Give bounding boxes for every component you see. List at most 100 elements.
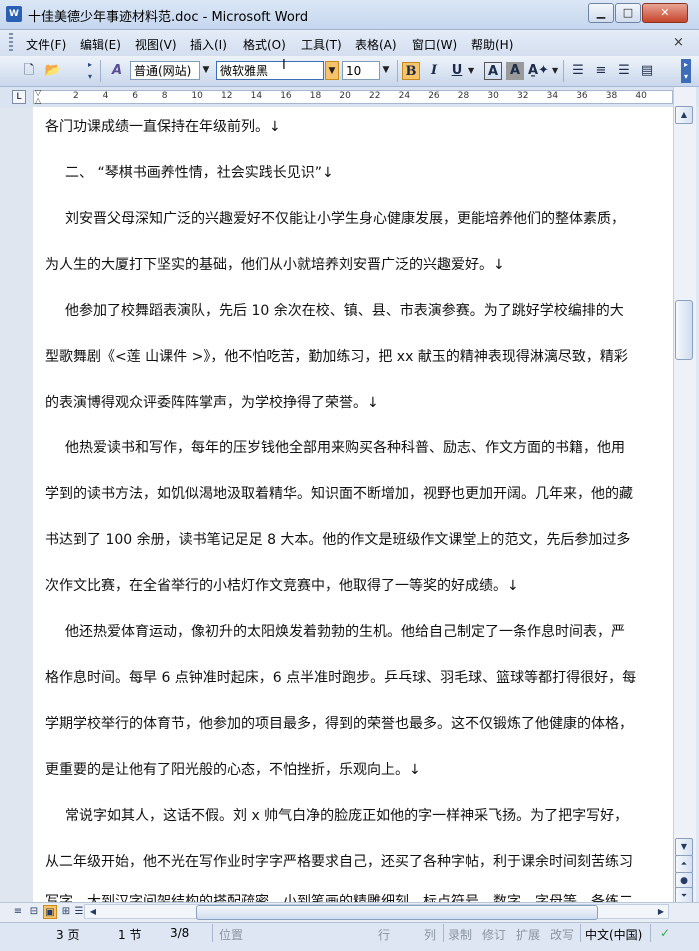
character-border-button[interactable]: A xyxy=(484,62,502,80)
ruler-number: 26 xyxy=(428,91,440,101)
close-document-button[interactable]: × xyxy=(673,35,684,50)
ruler-number: 20 xyxy=(339,91,351,101)
document-text-line[interactable]: 常说字如其人，这话不假。刘 x 帅气白净的脸庞正如他的字一样神采飞扬。为了把字写… xyxy=(65,805,628,825)
document-text-line[interactable]: 次作文比赛，在全省举行的小桔灯作文竞赛中，他取得了一等奖的好成绩。↓ xyxy=(45,575,519,595)
align-center-icon[interactable]: ≡ xyxy=(592,62,610,80)
menu-file[interactable]: 文件(F) xyxy=(26,36,66,53)
text-cursor-icon: I xyxy=(282,58,286,73)
open-folder-icon[interactable]: 📂 xyxy=(44,62,62,80)
toolbar-separator xyxy=(100,60,101,82)
web-layout-view-icon[interactable]: ⊟ xyxy=(27,905,41,919)
scroll-down-button[interactable]: ▼ xyxy=(675,838,693,856)
toolbar-separator xyxy=(397,60,398,82)
style-select[interactable]: 普通(网站) xyxy=(130,61,200,80)
left-margin-gutter xyxy=(0,107,33,902)
document-text-line[interactable]: 他还热爱体育运动，像初升的太阳焕发着勃勃的生机。他给自己制定了一条作息时间表，严 xyxy=(65,621,625,641)
ruler-number: 30 xyxy=(487,91,499,101)
ruler-number: 10 xyxy=(191,91,203,101)
status-page[interactable]: 3 页 xyxy=(56,926,79,943)
reading-layout-view-icon[interactable]: ⊞ xyxy=(59,905,73,919)
italic-button[interactable]: I xyxy=(425,62,443,80)
status-separator xyxy=(580,924,581,942)
menu-window[interactable]: 窗口(W) xyxy=(412,36,457,53)
vertical-scroll-thumb[interactable] xyxy=(675,300,693,360)
status-page-of[interactable]: 3/8 xyxy=(170,926,189,940)
print-layout-view-icon[interactable]: ▣ xyxy=(43,905,57,919)
font-size-input[interactable]: 10 xyxy=(342,61,380,80)
status-separator xyxy=(650,924,651,942)
close-window-button[interactable]: ✕ xyxy=(642,3,688,23)
align-right-icon[interactable]: ☰ xyxy=(615,62,633,80)
minimize-button[interactable]: ▁ xyxy=(588,3,614,23)
document-text-line[interactable]: 为人生的大厦打下坚实的基础，他们从小就培养刘安晋广泛的兴趣爱好。↓ xyxy=(45,254,505,274)
document-text-line[interactable]: 学到的读书方法，如饥似渴地汲取着精华。知识面不断增加，视野也更加开阔。几年来，他… xyxy=(45,483,633,503)
text-effects-icon[interactable]: A̱✦ xyxy=(528,62,549,80)
ruler-number: 8 xyxy=(161,91,168,101)
font-dropdown-arrow[interactable]: ▼ xyxy=(325,61,339,80)
document-text-line[interactable]: 学期学校举行的体育节，他参加的项目最多，得到的荣誉也最多。这不仅锻炼了他健康的体… xyxy=(45,713,633,733)
status-language[interactable]: 中文(中国) xyxy=(585,926,642,943)
bold-button[interactable]: B xyxy=(402,62,420,80)
menu-insert[interactable]: 插入(I) xyxy=(190,36,227,53)
font-name-input[interactable]: 微软雅黑 xyxy=(216,61,324,80)
previous-page-button[interactable]: ⏶ xyxy=(675,855,693,873)
document-text-line[interactable]: 刘安晋父母深知广泛的兴趣爱好不仅能让小学生身心健康发展，更能培养他们的整体素质， xyxy=(65,208,625,228)
status-extend[interactable]: 扩展 xyxy=(516,926,540,943)
text-effects-dropdown-arrow[interactable]: ▼ xyxy=(552,66,558,75)
status-section[interactable]: 1 节 xyxy=(118,926,141,943)
document-text-line[interactable]: 的表演博得观众评委阵阵掌声，为学校挣得了荣誉。↓ xyxy=(45,392,379,412)
menu-view[interactable]: 视图(V) xyxy=(135,36,177,53)
status-overwrite[interactable]: 改写 xyxy=(550,926,574,943)
spelling-status-icon[interactable]: ✓ xyxy=(660,926,676,942)
document-text-line[interactable]: 更重要的是让他有了阳光般的心态，不怕挫折，乐观向上。↓ xyxy=(45,759,421,779)
ruler-number: 36 xyxy=(576,91,588,101)
menu-edit[interactable]: 编辑(E) xyxy=(80,36,121,53)
character-shading-button[interactable]: A xyxy=(506,62,524,80)
toolbar-options-icon[interactable]: ▸ ▾ xyxy=(681,59,691,83)
document-text-line[interactable]: 各门功课成绩一直保持在年级前列。↓ xyxy=(45,116,281,136)
document-text-line[interactable]: 他参加了校舞蹈表演队，先后 10 余次在校、镇、县、市表演参赛。为了跳好学校编排… xyxy=(65,300,624,320)
ruler-number: 4 xyxy=(102,91,109,101)
word-app-icon[interactable]: W xyxy=(6,6,22,22)
styles-pane-icon[interactable]: A xyxy=(108,62,126,80)
distributed-align-icon[interactable]: ▤ xyxy=(638,62,656,80)
document-text-line[interactable]: 格作息时间。每早 6 点钟准时起床，6 点半准时跑步。乒乓球、羽毛球、篮球等都打… xyxy=(45,667,636,687)
maximize-button[interactable]: □ xyxy=(615,3,641,23)
scroll-left-button[interactable]: ◀ xyxy=(86,905,100,918)
scroll-right-button[interactable]: ▶ xyxy=(654,905,668,918)
scroll-up-button[interactable]: ▲ xyxy=(675,106,693,124)
align-justify-icon[interactable]: ☰ xyxy=(569,62,587,80)
ruler-number: 28 xyxy=(457,91,470,101)
status-record[interactable]: 录制 xyxy=(448,926,472,943)
document-text-line[interactable]: 二、 “琴棋书画养性情，社会实践长见识”↓ xyxy=(65,162,334,182)
underline-dropdown-arrow[interactable]: ▼ xyxy=(468,66,474,75)
font-size-dropdown-arrow[interactable]: ▼ xyxy=(379,61,393,80)
ruler-number: 24 xyxy=(398,91,411,101)
menu-help[interactable]: 帮助(H) xyxy=(471,36,513,53)
horizontal-scroll-thumb[interactable] xyxy=(196,905,598,920)
status-position[interactable]: 位置 xyxy=(219,926,243,943)
normal-view-icon[interactable]: ≡ xyxy=(11,905,25,919)
underline-button[interactable]: U xyxy=(448,62,466,80)
status-revise[interactable]: 修订 xyxy=(482,926,506,943)
status-line[interactable]: 行 xyxy=(378,926,390,943)
ruler-number: 34 xyxy=(546,91,559,101)
new-document-icon[interactable]: 🗋 xyxy=(20,62,38,80)
document-text-line[interactable]: 型歌舞剧《<莲 山课件 >》，他不怕吃苦，勤加练习，把 xx 献玉的精神表现得淋… xyxy=(45,346,628,366)
ruler-number: 14 xyxy=(250,91,263,101)
toolbar-overflow-icon[interactable]: ▸ ▾ xyxy=(88,59,96,83)
style-dropdown-arrow[interactable]: ▼ xyxy=(199,61,213,80)
menu-grip-handle[interactable] xyxy=(9,33,13,53)
document-text-line[interactable]: 写字。大到汉字间架结构的搭配疏密，小到笔画的精雕细刻，标点符号，数字，字母等，备… xyxy=(45,892,633,902)
menu-tools[interactable]: 工具(T) xyxy=(301,36,342,53)
document-text-line[interactable]: 从二年级开始，他不光在写作业时字字严格要求自己，还买了各种字帖，利于课余时间刻苦… xyxy=(45,851,633,871)
menu-format[interactable]: 格式(O) xyxy=(243,36,286,53)
indent-marker-icon[interactable]: ▽ △ xyxy=(35,89,43,105)
document-text-line[interactable]: 书达到了 100 余册，读书笔记足足 8 大本。他的作文是班级作文课堂上的范文，… xyxy=(45,529,630,549)
menu-table[interactable]: 表格(A) xyxy=(355,36,397,53)
ruler-number: 40 xyxy=(635,91,647,101)
vertical-scrollbar[interactable] xyxy=(673,87,696,902)
status-column[interactable]: 列 xyxy=(424,926,436,943)
tab-selector[interactable]: L xyxy=(12,90,26,104)
document-text-line[interactable]: 他热爱读书和写作，每年的压岁钱他全部用来购买各种科普、励志、作文方面的书籍，他用 xyxy=(65,437,625,457)
